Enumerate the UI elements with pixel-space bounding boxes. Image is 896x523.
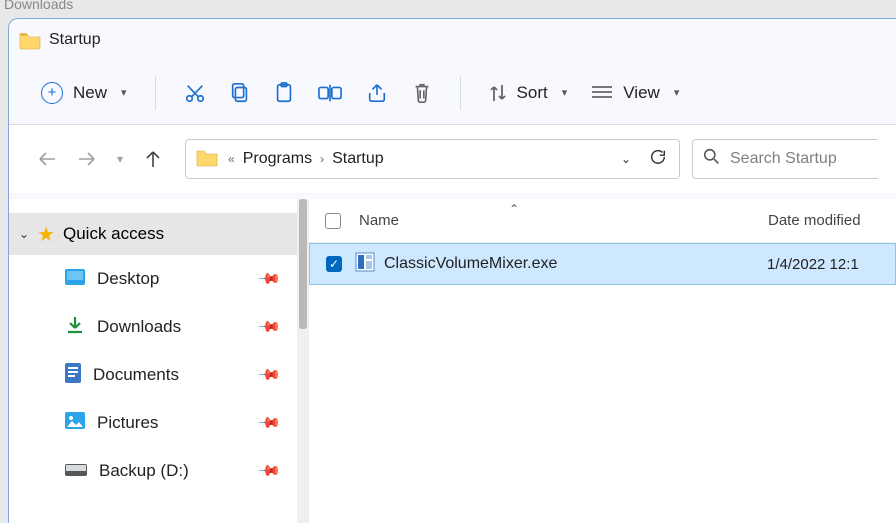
chevron-down-icon: ▾ (562, 86, 568, 99)
chevron-down-icon: ▾ (674, 86, 680, 99)
star-icon: ★ (37, 222, 55, 247)
paste-button[interactable] (262, 73, 306, 113)
copy-icon (230, 82, 250, 104)
window-title: Startup (49, 31, 101, 49)
navigation-row: ▾ « Programs › Startup ⌄ (9, 125, 896, 193)
app-icon (356, 253, 374, 276)
breadcrumb-programs[interactable]: Programs (243, 150, 312, 168)
rename-icon (318, 83, 342, 103)
breadcrumb: « Programs › Startup (228, 150, 611, 168)
folder-icon (196, 148, 218, 171)
sidebar-item-documents[interactable]: Documents 📌 (9, 351, 309, 399)
address-dropdown[interactable]: ⌄ (621, 152, 631, 166)
separator (460, 76, 461, 110)
breadcrumb-ellipsis[interactable]: « (228, 152, 235, 166)
pin-icon: 📌 (257, 362, 283, 388)
delete-button[interactable] (400, 73, 444, 113)
file-list: Name ⌃ Date modified ✓ ClassicVolumeMixe… (309, 199, 896, 523)
file-name: ClassicVolumeMixer.exe (384, 255, 767, 273)
sidebar-item-desktop[interactable]: Desktop 📌 (9, 255, 309, 303)
sort-button-label: Sort (517, 83, 548, 103)
chevron-down-icon: ⌄ (19, 227, 29, 241)
sidebar-item-label: Backup (D:) (99, 461, 189, 481)
sidebar-item-label: Documents (93, 365, 179, 385)
breadcrumb-startup[interactable]: Startup (332, 150, 384, 168)
rename-button[interactable] (306, 73, 354, 113)
plus-icon: + (41, 82, 63, 104)
chevron-right-icon: › (320, 152, 324, 166)
sort-ascending-icon: ⌃ (509, 202, 519, 216)
new-button-label: New (73, 83, 107, 103)
desktop-icon (65, 269, 85, 290)
refresh-button[interactable] (649, 148, 667, 171)
quick-access-header[interactable]: ⌄ ★ Quick access (9, 213, 309, 255)
title-bar: Startup (9, 19, 896, 61)
cut-button[interactable] (172, 73, 218, 113)
chevron-down-icon: ▾ (121, 86, 127, 99)
sidebar-item-label: Pictures (97, 413, 158, 433)
nav-arrows: ▾ (27, 149, 173, 169)
sidebar-item-downloads[interactable]: Downloads 📌 (9, 303, 309, 351)
background-window-label: Downloads (4, 0, 73, 12)
download-icon (65, 315, 85, 340)
sidebar-scrollbar[interactable] (297, 199, 309, 523)
trash-icon (412, 82, 432, 104)
navigation-pane: ⌄ ★ Quick access Desktop 📌 Downloads 📌 D… (9, 199, 309, 523)
quick-access-label: Quick access (63, 224, 164, 244)
list-icon (591, 85, 613, 101)
column-name-label: Name (359, 212, 399, 229)
separator (155, 76, 156, 110)
pictures-icon (65, 412, 85, 434)
select-all-checkbox[interactable] (325, 213, 341, 229)
search-box[interactable] (692, 139, 878, 179)
forward-button[interactable] (77, 149, 97, 169)
back-button[interactable] (37, 149, 57, 169)
explorer-window: Startup + New ▾ (8, 18, 896, 523)
up-button[interactable] (143, 149, 163, 169)
file-date: 1/4/2022 12:1 (767, 256, 885, 273)
search-input[interactable] (730, 150, 868, 168)
sort-button[interactable]: Sort ▾ (477, 73, 580, 113)
scrollbar-thumb[interactable] (299, 199, 307, 329)
file-row[interactable]: ✓ ClassicVolumeMixer.exe 1/4/2022 12:1 (309, 243, 896, 285)
sort-icon (489, 83, 507, 103)
folder-icon (19, 31, 41, 49)
row-checkbox[interactable]: ✓ (326, 256, 342, 272)
scissors-icon (184, 82, 206, 104)
share-icon (366, 83, 388, 103)
pin-icon: 📌 (257, 410, 283, 436)
content-area: ⌄ ★ Quick access Desktop 📌 Downloads 📌 D… (9, 199, 896, 523)
pin-icon: 📌 (257, 458, 283, 484)
sidebar-item-backup[interactable]: Backup (D:) 📌 (9, 447, 309, 495)
view-button[interactable]: View ▾ (579, 73, 691, 113)
column-name[interactable]: Name ⌃ (359, 212, 768, 229)
share-button[interactable] (354, 73, 400, 113)
column-date[interactable]: Date modified (768, 212, 886, 229)
recent-dropdown[interactable]: ▾ (117, 152, 123, 166)
sidebar-item-label: Downloads (97, 317, 181, 337)
clipboard-icon (274, 82, 294, 104)
command-bar: + New ▾ (9, 61, 896, 125)
document-icon (65, 363, 81, 388)
pin-icon: 📌 (257, 314, 283, 340)
address-bar[interactable]: « Programs › Startup ⌄ (185, 139, 680, 179)
pin-icon: 📌 (257, 266, 283, 292)
copy-button[interactable] (218, 73, 262, 113)
sidebar-item-pictures[interactable]: Pictures 📌 (9, 399, 309, 447)
column-headers: Name ⌃ Date modified (309, 199, 896, 243)
drive-icon (65, 461, 87, 481)
search-icon (703, 148, 720, 170)
view-button-label: View (623, 83, 660, 103)
sidebar-item-label: Desktop (97, 269, 159, 289)
new-button[interactable]: + New ▾ (29, 73, 139, 113)
